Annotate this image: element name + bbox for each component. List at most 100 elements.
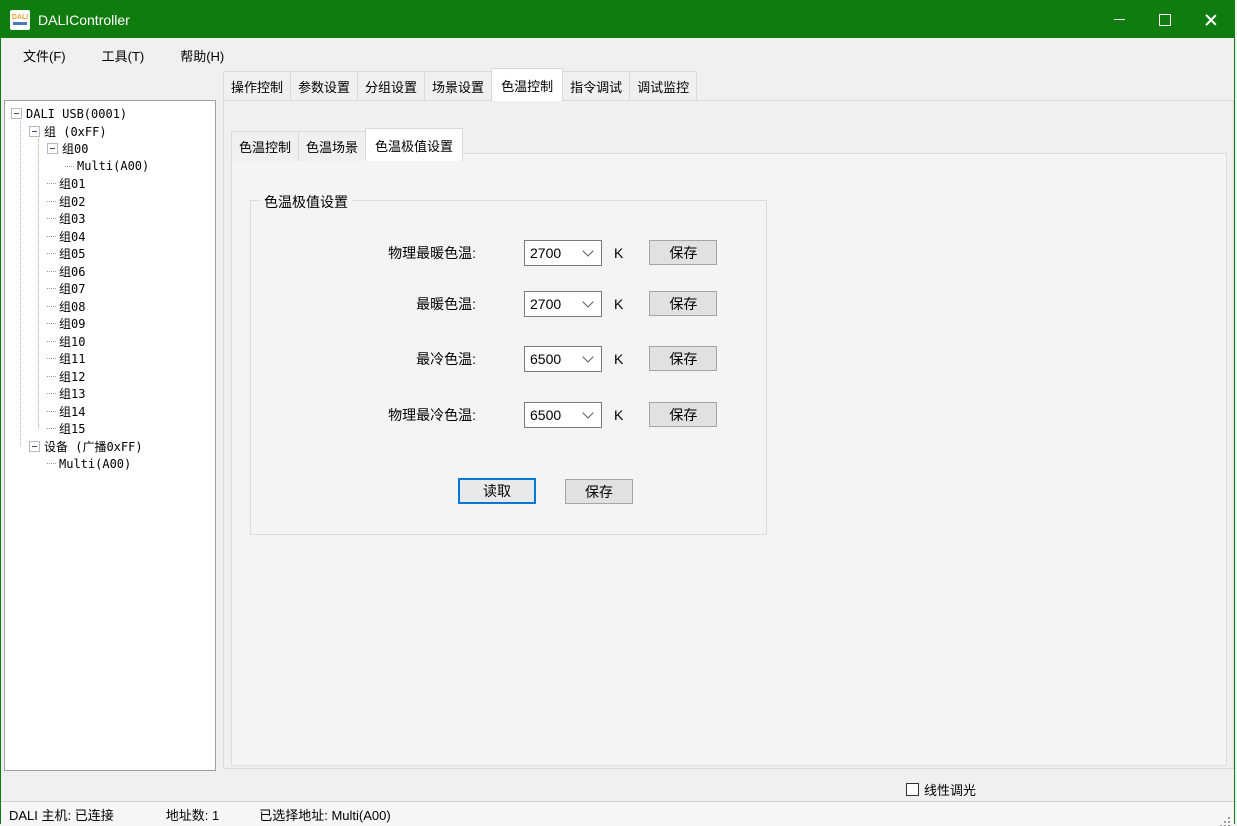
ct-unit-label: K <box>614 296 623 312</box>
save-all-button[interactable]: 保存 <box>565 479 633 504</box>
status-bar: DALI 主机: 已连接地址数: 1已选择地址: Multi(A00) <box>1 801 1234 826</box>
ct-form-row: 物理最暖色温:2700K保存 <box>251 239 766 266</box>
tree-node-label: 组01 <box>59 175 85 192</box>
tree-node[interactable]: 组13 <box>5 385 215 403</box>
ct-unit-label: K <box>614 407 623 423</box>
tree-branch-icon <box>65 166 74 167</box>
tree-node-label: 组04 <box>59 228 85 245</box>
row-save-button[interactable]: 保存 <box>649 346 717 371</box>
sub-tab-strip: 色温控制色温场景色温极值设置 <box>231 128 462 161</box>
tree-node[interactable]: 组09 <box>5 315 215 333</box>
main-tab-debug-monitor[interactable]: 调试监控 <box>629 71 697 101</box>
ct-combobox-value: 6500 <box>525 351 584 367</box>
tree-branch-icon <box>47 201 56 202</box>
ct-form-row: 物理最冷色温:6500K保存 <box>251 401 766 428</box>
tree-branch-icon <box>47 253 56 254</box>
menu-item-help[interactable]: 帮助(H) <box>166 41 238 70</box>
row-save-button[interactable]: 保存 <box>649 240 717 265</box>
tree-node-label: 组06 <box>59 263 85 280</box>
status-address-count: 地址数: 1 <box>166 805 219 824</box>
sub-tab-ct-control[interactable]: 色温控制 <box>231 131 299 161</box>
tree-node[interactable]: 组04 <box>5 228 215 246</box>
menu-item-file[interactable]: 文件(F) <box>9 41 80 70</box>
tree-node-label: 组02 <box>59 193 85 210</box>
sub-tab-ct-extremes[interactable]: 色温极值设置 <box>365 128 463 161</box>
chevron-down-icon[interactable] <box>582 407 593 418</box>
tree-node-label: 组12 <box>59 368 85 385</box>
ct-value-combobox[interactable]: 6500 <box>524 402 602 428</box>
chevron-down-icon[interactable] <box>582 296 593 307</box>
ct-value-combobox[interactable]: 6500 <box>524 346 602 372</box>
tree-node[interactable]: 组00 <box>5 140 215 158</box>
tree-node[interactable]: 组01 <box>5 175 215 193</box>
tree-branch-icon <box>47 288 56 289</box>
main-tab-operation-control[interactable]: 操作控制 <box>223 71 291 101</box>
tree-branch-icon <box>47 236 56 237</box>
window-title: DALIController <box>38 12 130 28</box>
tree-expander-icon[interactable] <box>29 441 40 452</box>
app-icon-bar <box>13 22 27 25</box>
tree-branch-icon <box>47 393 56 394</box>
row-save-button[interactable]: 保存 <box>649 402 717 427</box>
tree-expander-icon[interactable] <box>47 143 58 154</box>
tree-node-label: 组09 <box>59 315 85 332</box>
ct-value-combobox[interactable]: 2700 <box>524 291 602 317</box>
tree-node[interactable]: 组07 <box>5 280 215 298</box>
menu-bar: 文件(F) 工具(T)帮助(H) <box>1 38 1234 72</box>
device-tree-panel[interactable]: DALI USB(0001)组 (0xFF)组00Multi(A00)组01组0… <box>4 100 216 771</box>
ct-value-combobox[interactable]: 2700 <box>524 240 602 266</box>
tree-node[interactable]: 组 (0xFF) <box>5 123 215 141</box>
tree-node[interactable]: Multi(A00) <box>5 455 215 473</box>
linear-dimming-label: 线性调光 <box>924 780 976 799</box>
tree-node[interactable]: 组03 <box>5 210 215 228</box>
main-tab-parameter-settings[interactable]: 参数设置 <box>290 71 358 101</box>
ct-row-label: 最暖色温: <box>251 294 476 314</box>
tree-node[interactable]: 组05 <box>5 245 215 263</box>
groupbox-title: 色温极值设置 <box>260 192 352 212</box>
row-save-button[interactable]: 保存 <box>649 291 717 316</box>
tree-node[interactable]: 组14 <box>5 403 215 421</box>
tree-branch-icon <box>47 463 56 464</box>
main-tab-color-temp-control[interactable]: 色温控制 <box>491 68 563 101</box>
tree-node[interactable]: 组08 <box>5 298 215 316</box>
ct-row-label: 物理最暖色温: <box>251 243 476 263</box>
tree-node[interactable]: 设备 (广播0xFF) <box>5 438 215 456</box>
tree-node-label: 组08 <box>59 298 85 315</box>
sub-tab-ct-scene[interactable]: 色温场景 <box>298 131 366 161</box>
maximize-button[interactable] <box>1142 1 1188 38</box>
tree-node-label: 设备 (广播0xFF) <box>44 438 143 455</box>
menu-item-tools[interactable]: 工具(T) <box>88 41 159 70</box>
tree-branch-icon <box>47 411 56 412</box>
minimize-icon <box>1114 19 1125 20</box>
tree-node[interactable]: 组02 <box>5 193 215 211</box>
tree-node-label: Multi(A00) <box>77 159 149 173</box>
tree-node[interactable]: 组11 <box>5 350 215 368</box>
ct-combobox-value: 2700 <box>525 296 584 312</box>
linear-dimming-option[interactable]: 线性调光 <box>906 780 976 799</box>
tree-node-label: 组14 <box>59 403 85 420</box>
linear-dimming-checkbox[interactable] <box>906 783 919 796</box>
minimize-button[interactable] <box>1096 1 1142 38</box>
main-tab-command-debug[interactable]: 指令调试 <box>562 71 630 101</box>
tree-node[interactable]: 组15 <box>5 420 215 438</box>
resize-grip-icon[interactable] <box>1228 817 1230 819</box>
window-controls <box>1096 1 1234 38</box>
chevron-down-icon[interactable] <box>582 351 593 362</box>
tree-branch-icon <box>47 306 56 307</box>
tree-node[interactable]: DALI USB(0001) <box>5 105 215 123</box>
tree-node[interactable]: 组10 <box>5 333 215 351</box>
tree-node[interactable]: Multi(A00) <box>5 158 215 176</box>
close-button[interactable] <box>1188 1 1234 38</box>
main-tab-grouping-settings[interactable]: 分组设置 <box>357 71 425 101</box>
read-button[interactable]: 读取 <box>458 478 536 504</box>
main-tab-scene-settings[interactable]: 场景设置 <box>424 71 492 101</box>
tree-node[interactable]: 组12 <box>5 368 215 386</box>
tree-node-label: 组07 <box>59 280 85 297</box>
tree-node-label: 组10 <box>59 333 85 350</box>
tree-node[interactable]: 组06 <box>5 263 215 281</box>
tree-expander-icon[interactable] <box>29 126 40 137</box>
app-window: DALI DALIController 文件(F)工具(T)帮助(H) 操作控制… <box>0 0 1235 824</box>
tree-expander-icon[interactable] <box>11 108 22 119</box>
chevron-down-icon[interactable] <box>582 245 593 256</box>
tree-branch-icon <box>47 341 56 342</box>
